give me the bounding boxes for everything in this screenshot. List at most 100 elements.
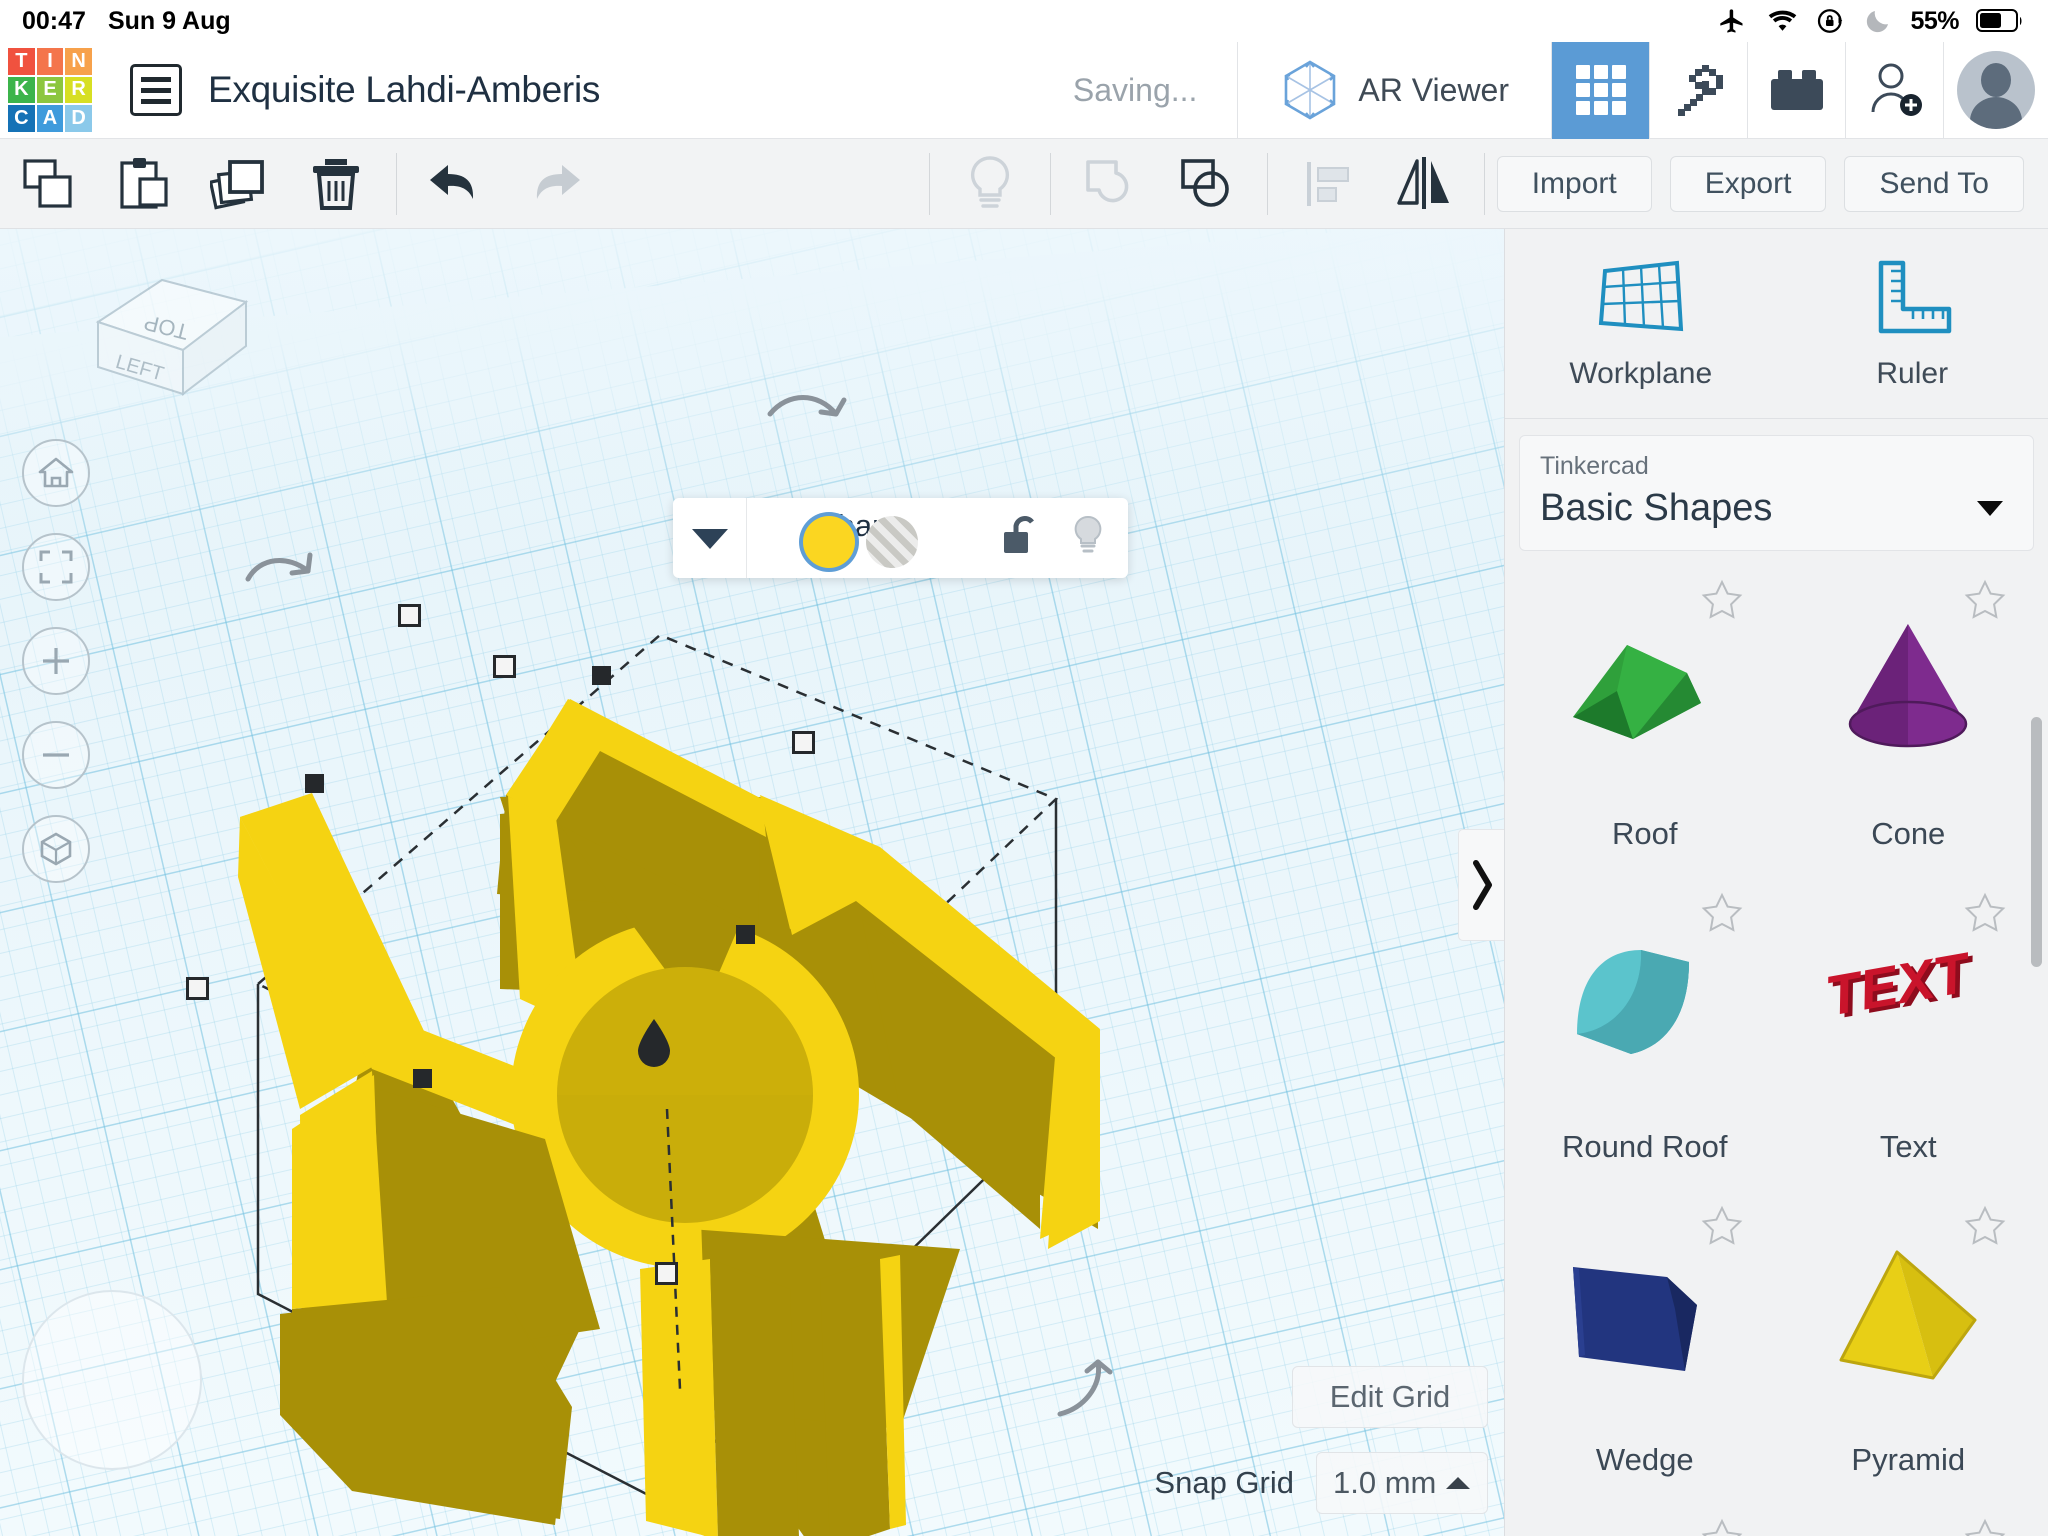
favorite-star-icon[interactable]	[1701, 579, 1743, 619]
blocks-tab-button[interactable]	[1551, 41, 1649, 139]
delete-button[interactable]	[288, 139, 384, 229]
unlock-icon[interactable]	[1000, 514, 1038, 556]
model-3d-object[interactable]	[238, 699, 1100, 1536]
rotate-handle-bottom[interactable]	[1057, 1359, 1113, 1417]
workplane-canvas[interactable]: TOP LEFT Shape Edit Grid Snap Grid 1.0 m…	[0, 229, 1504, 1536]
lightbulb-icon[interactable]	[1070, 514, 1106, 556]
resize-handle-corner[interactable]	[792, 731, 815, 754]
ruler-icon	[1879, 260, 1952, 333]
workplane-icon	[1598, 260, 1683, 331]
logo-letter: R	[65, 76, 92, 104]
hole-swatch[interactable]	[866, 516, 918, 568]
shape-item-text[interactable]: TEXT TEXT Text	[1777, 878, 2041, 1191]
favorite-star-icon[interactable]	[1964, 1205, 2006, 1245]
favorite-star-icon[interactable]	[1964, 892, 2006, 932]
paste-button[interactable]	[96, 139, 192, 229]
favorite-star-icon[interactable]	[1701, 1518, 1743, 1536]
edit-grid-button[interactable]: Edit Grid	[1292, 1366, 1488, 1428]
tinkercad-logo[interactable]: T I N K E R C A D	[4, 44, 96, 136]
resize-handle-corner[interactable]	[186, 977, 209, 1000]
lego-brick-icon	[1770, 70, 1823, 110]
resize-handle-side[interactable]	[413, 1069, 432, 1088]
wifi-icon	[1769, 10, 1797, 31]
export-button[interactable]: Export	[1669, 155, 1827, 212]
workplane-tool-label: Workplane	[1569, 356, 1713, 390]
toolbar-divider	[396, 152, 397, 215]
svg-text:TEXT: TEXT	[1821, 944, 1978, 1028]
align-button	[1280, 139, 1376, 229]
panel-collapse-tab[interactable]	[1458, 829, 1504, 941]
tinkercad-app: 00:47 Sun 9 Aug 55% T I N K E R C A D Ex…	[0, 0, 2048, 1536]
ar-cube-icon	[1285, 60, 1336, 120]
logo-letter: E	[36, 76, 64, 104]
favorite-star-icon[interactable]	[1964, 579, 2006, 619]
light-button	[942, 139, 1038, 229]
airplane-mode-icon	[1720, 9, 1743, 33]
user-avatar-button[interactable]	[1943, 41, 2048, 139]
ios-status-bar: 00:47 Sun 9 Aug 55%	[0, 0, 2048, 42]
rotation-lock-icon	[1818, 9, 1843, 33]
workplane-tool-button[interactable]: Workplane	[1505, 229, 1777, 418]
wedge-thumb	[1573, 1266, 1698, 1371]
import-button[interactable]: Import	[1496, 155, 1652, 212]
favorite-star-icon[interactable]	[1701, 1205, 1743, 1245]
avatar	[1957, 51, 2035, 129]
resize-handle-side[interactable]	[305, 774, 324, 793]
codeblocks-tab-button[interactable]	[1649, 41, 1747, 139]
bricks-tab-button[interactable]	[1747, 41, 1845, 139]
app-header: T I N K E R C A D Exquisite Lahdi-Amberi…	[0, 41, 2048, 139]
undo-arrow-icon	[430, 164, 474, 199]
shape-inspector-popup[interactable]: Shape	[673, 498, 1128, 578]
snap-grid-select[interactable]: 1.0 mm	[1316, 1452, 1488, 1514]
resize-handle-center-top[interactable]	[493, 655, 516, 678]
resize-handle-corner[interactable]	[398, 604, 421, 627]
page-title: Exquisite Lahdi-Amberis	[208, 69, 601, 110]
shape-item-cone[interactable]: Cone	[1777, 565, 2041, 878]
logo-letter: K	[8, 76, 35, 104]
logo-letter: D	[65, 105, 92, 132]
rotate-handle-top[interactable]	[767, 395, 847, 417]
shape-library-select[interactable]: Tinkercad Basic Shapes	[1519, 435, 2034, 551]
panel-scrollbar[interactable]	[2031, 717, 2042, 967]
shape-item-next-right[interactable]	[1777, 1504, 2041, 1536]
library-name-label: Basic Shapes	[1540, 487, 1773, 529]
shape-item-wedge[interactable]: Wedge	[1513, 1191, 1777, 1504]
mirror-button[interactable]	[1376, 139, 1472, 229]
roof-thumb	[1572, 644, 1701, 739]
battery-icon	[1976, 9, 2022, 32]
shape-library-grid: Roof Cone Round Roof TEXT TEXT Text Wedg…	[1505, 565, 2048, 1536]
ungroup-button[interactable]	[1159, 139, 1255, 229]
ungroup-shapes-icon	[1180, 158, 1229, 207]
send-to-button[interactable]: Send To	[1844, 155, 2024, 212]
chevron-right-icon	[1472, 860, 1492, 910]
pyramid-thumb	[1839, 1250, 1977, 1380]
toolbar-divider	[1049, 152, 1051, 215]
resize-handle-side[interactable]	[736, 925, 755, 944]
shape-item-pyramid[interactable]: Pyramid	[1777, 1191, 2041, 1504]
height-handle[interactable]	[592, 666, 611, 685]
list-menu-icon[interactable]	[130, 64, 182, 116]
favorite-star-icon[interactable]	[1964, 1518, 2006, 1536]
duplicate-icon	[210, 159, 264, 210]
shape-label: Pyramid	[1851, 1442, 1966, 1477]
duplicate-button[interactable]	[192, 139, 288, 229]
group-button	[1063, 139, 1159, 229]
undo-button[interactable]	[409, 139, 505, 229]
resize-handle-corner[interactable]	[655, 1262, 678, 1285]
shape-label: Cone	[1871, 816, 1946, 851]
caret-up-icon	[1446, 1477, 1470, 1489]
rotate-handle-left[interactable]	[245, 552, 313, 582]
snap-grid-value: 1.0 mm	[1333, 1465, 1437, 1500]
copy-button[interactable]	[0, 139, 96, 229]
save-status: Saving...	[1072, 71, 1198, 108]
shape-item-roof[interactable]: Roof	[1513, 565, 1777, 878]
shape-item-round-roof[interactable]: Round Roof	[1513, 878, 1777, 1191]
solid-color-swatch[interactable]	[803, 516, 855, 568]
model-and-selection[interactable]	[0, 229, 1504, 1536]
shape-popup-collapse-button[interactable]	[673, 498, 747, 578]
invite-people-button[interactable]	[1845, 41, 1943, 139]
shape-item-next-left[interactable]	[1513, 1504, 1777, 1536]
ar-viewer-button[interactable]: AR Viewer	[1237, 41, 1551, 139]
favorite-star-icon[interactable]	[1701, 892, 1743, 932]
ruler-tool-button[interactable]: Ruler	[1777, 229, 2048, 418]
